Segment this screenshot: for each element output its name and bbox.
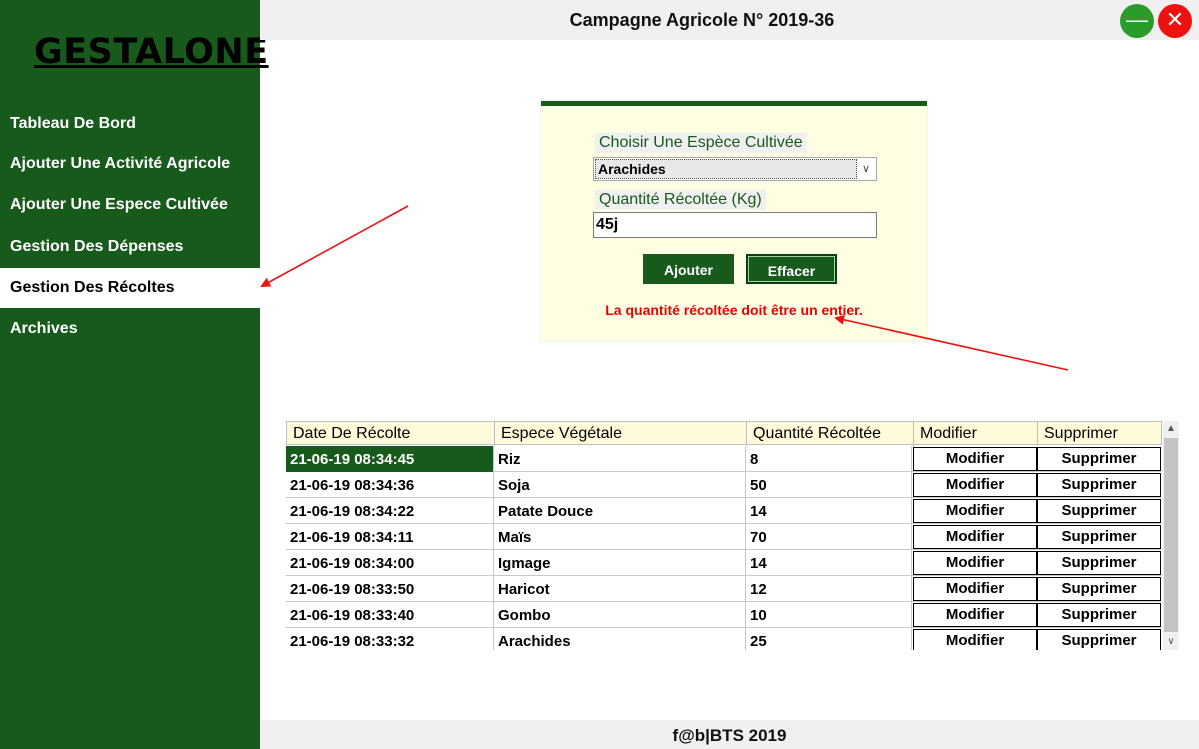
minimize-icon: — (1126, 7, 1148, 32)
modify-button[interactable]: Modifier (913, 603, 1037, 627)
species-select[interactable]: Arachides ∨ (593, 157, 877, 181)
table-row[interactable]: 21-06-19 08:34:11 Maïs 70 Modifier Suppr… (286, 524, 1162, 550)
modify-button[interactable]: Modifier (913, 551, 1037, 575)
cell-date: 21-06-19 08:33:50 (286, 576, 494, 602)
recoltes-table: Date De Récolte Espece Végétale Quantité… (286, 421, 1179, 650)
table-row[interactable]: 21-06-19 08:34:22 Patate Douce 14 Modifi… (286, 498, 1162, 524)
table-header: Date De Récolte Espece Végétale Quantité… (286, 421, 1162, 446)
sidebar-item-ajouter-activite[interactable]: Ajouter Une Activité Agricole (0, 144, 260, 184)
species-select-value: Arachides (595, 159, 857, 179)
table-row[interactable]: 21-06-19 08:34:45 Riz 8 Modifier Supprim… (286, 446, 1162, 472)
column-header-espece: Espece Végétale (495, 422, 747, 446)
sidebar: GESTALONE Tableau De Bord Ajouter Une Ac… (0, 0, 268, 749)
cell-quantite: 8 (746, 446, 912, 472)
cell-espece: Haricot (494, 576, 746, 602)
cell-date: 21-06-19 08:34:36 (286, 472, 494, 498)
cell-quantite: 70 (746, 524, 912, 550)
scroll-down-icon[interactable]: ∨ (1163, 634, 1179, 650)
delete-button[interactable]: Supprimer (1037, 551, 1161, 575)
cell-quantite: 14 (746, 550, 912, 576)
modify-button[interactable]: Modifier (913, 473, 1037, 497)
cell-date: 21-06-19 08:34:45 (286, 446, 494, 472)
minimize-button[interactable]: — (1120, 4, 1154, 38)
quantity-label: Quantité Récoltée (Kg) (595, 190, 766, 210)
modify-button[interactable]: Modifier (913, 577, 1037, 601)
sidebar-item-gestion-depenses[interactable]: Gestion Des Dépenses (0, 227, 260, 267)
cell-espece: Arachides (494, 628, 746, 650)
species-label: Choisir Une Espèce Cultivée (595, 133, 807, 153)
close-icon: ✕ (1165, 7, 1185, 32)
scroll-up-icon[interactable]: ▲ (1163, 421, 1179, 437)
delete-button[interactable]: Supprimer (1037, 525, 1161, 549)
sidebar-item-archives[interactable]: Archives (0, 309, 260, 349)
chevron-down-icon[interactable]: ∨ (857, 159, 875, 179)
cell-date: 21-06-19 08:34:11 (286, 524, 494, 550)
scrollbar-thumb[interactable] (1164, 438, 1178, 632)
arrow-to-nav (260, 205, 409, 287)
recolte-form-panel: Choisir Une Espèce Cultivée Arachides ∨ … (541, 101, 927, 341)
cell-espece: Igmage (494, 550, 746, 576)
cell-quantite: 25 (746, 628, 912, 650)
error-message: La quantité récoltée doit être un entier… (605, 302, 863, 318)
cell-quantite: 12 (746, 576, 912, 602)
delete-button[interactable]: Supprimer (1037, 603, 1161, 627)
column-header-modifier: Modifier (914, 422, 1038, 446)
delete-button[interactable]: Supprimer (1037, 577, 1161, 601)
modify-button[interactable]: Modifier (913, 499, 1037, 523)
table-row[interactable]: 21-06-19 08:34:00 Igmage 14 Modifier Sup… (286, 550, 1162, 576)
delete-button[interactable]: Supprimer (1037, 473, 1161, 497)
delete-button[interactable]: Supprimer (1037, 499, 1161, 523)
column-header-quantite: Quantité Récoltée (747, 422, 914, 446)
sidebar-item-gestion-recoltes[interactable]: Gestion Des Récoltes (0, 268, 260, 308)
cell-quantite: 14 (746, 498, 912, 524)
window-title: Campagne Agricole N° 2019-36 (569, 10, 835, 30)
cell-espece: Maïs (494, 524, 746, 550)
cell-espece: Riz (494, 446, 746, 472)
cell-date: 21-06-19 08:34:22 (286, 498, 494, 524)
modify-button[interactable]: Modifier (913, 525, 1037, 549)
cell-espece: Soja (494, 472, 746, 498)
close-button[interactable]: ✕ (1158, 4, 1192, 38)
table-row[interactable]: 21-06-19 08:33:50 Haricot 12 Modifier Su… (286, 576, 1162, 602)
cell-date: 21-06-19 08:33:40 (286, 602, 494, 628)
table-row[interactable]: 21-06-19 08:33:32 Arachides 25 Modifier … (286, 628, 1162, 650)
delete-button[interactable]: Supprimer (1037, 447, 1161, 471)
table-scrollbar[interactable]: ▲ ∨ (1163, 421, 1179, 650)
app-logo: GESTALONE (34, 32, 269, 72)
modify-button[interactable]: Modifier (913, 447, 1037, 471)
cell-quantite: 10 (746, 602, 912, 628)
clear-button[interactable]: Effacer (746, 254, 837, 284)
column-header-date: Date De Récolte (287, 422, 495, 446)
add-button[interactable]: Ajouter (643, 254, 734, 284)
sidebar-item-ajouter-espece[interactable]: Ajouter Une Espece Cultivée (0, 185, 260, 225)
delete-button[interactable]: Supprimer (1037, 629, 1161, 650)
sidebar-item-tableau-de-bord[interactable]: Tableau De Bord (0, 104, 260, 144)
cell-date: 21-06-19 08:34:00 (286, 550, 494, 576)
quantity-input[interactable]: 45j (593, 212, 877, 238)
table-row[interactable]: 21-06-19 08:34:36 Soja 50 Modifier Suppr… (286, 472, 1162, 498)
cell-quantite: 50 (746, 472, 912, 498)
app-window: GESTALONE Tableau De Bord Ajouter Une Ac… (0, 0, 1199, 749)
column-header-supprimer: Supprimer (1044, 425, 1118, 442)
footer-credit: f@b|BTS 2019 (260, 720, 1199, 749)
table-row[interactable]: 21-06-19 08:33:40 Gombo 10 Modifier Supp… (286, 602, 1162, 628)
cell-espece: Patate Douce (494, 498, 746, 524)
cell-date: 21-06-19 08:33:32 (286, 628, 494, 650)
modify-button[interactable]: Modifier (913, 629, 1037, 650)
title-bar: Campagne Agricole N° 2019-36 — ✕ (260, 0, 1199, 40)
cell-espece: Gombo (494, 602, 746, 628)
